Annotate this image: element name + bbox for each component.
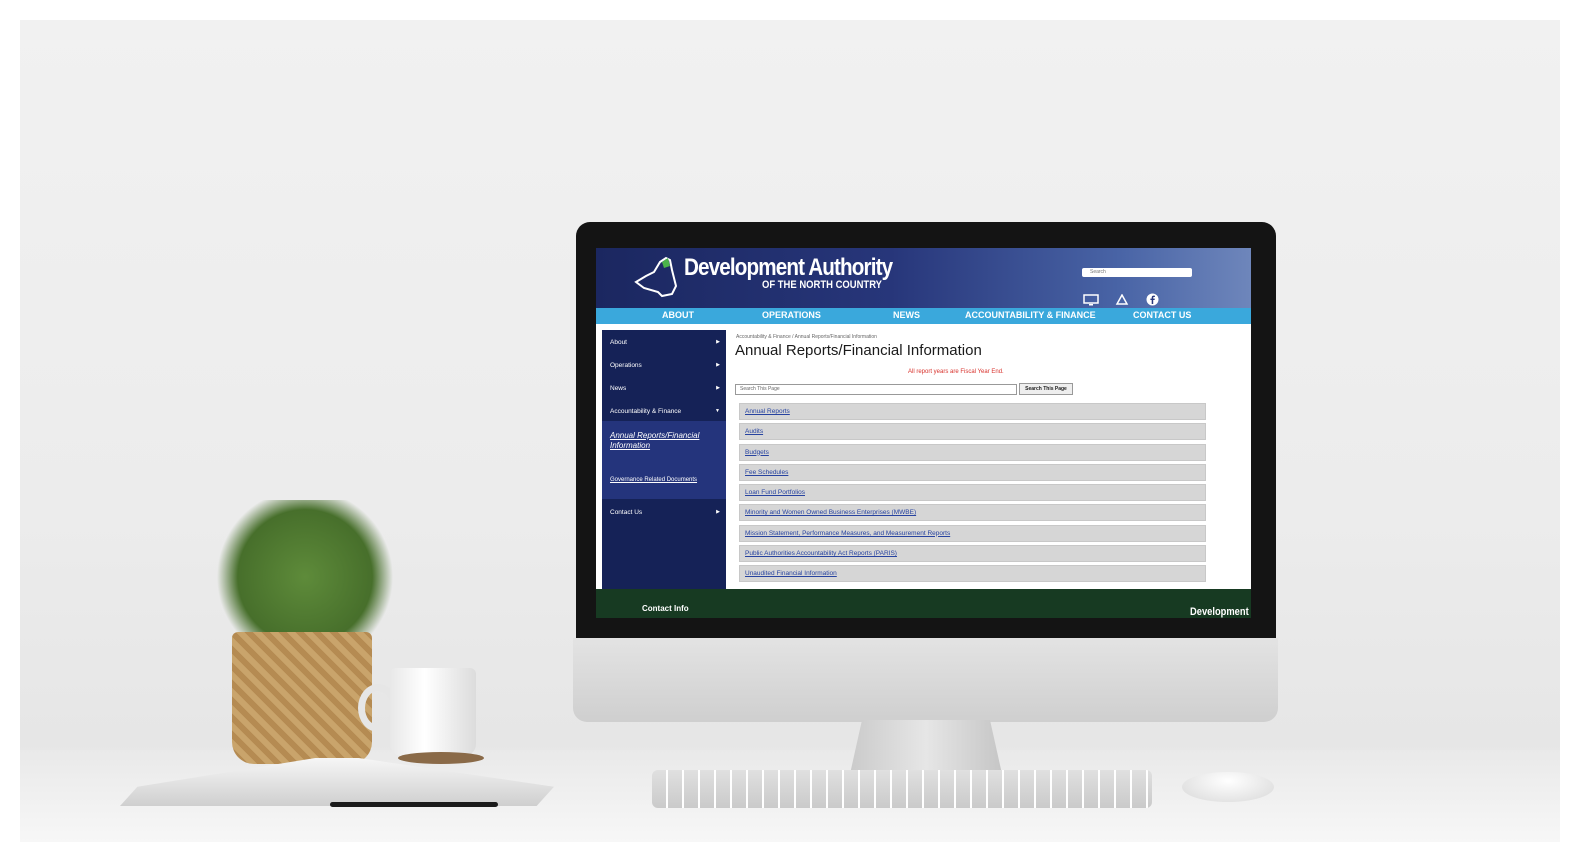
sidebar-item-label: Operations [610,361,642,369]
header-search-input[interactable]: Search [1082,268,1192,277]
nav-item-accountability-finance[interactable]: ACCOUNTABILITY & FINANCE [965,310,1096,320]
website-screen: Development Authority OF THE NORTH COUNT… [596,248,1251,618]
sidebar-item-news[interactable]: News ▶ [602,378,726,398]
sidebar-item-label: Contact Us [610,508,643,516]
monitor-icon[interactable] [1082,293,1099,306]
pen [330,802,498,807]
report-link-fee-schedules[interactable]: Fee Schedules [739,463,1206,481]
report-link-annual-reports[interactable]: Annual Reports [739,403,1206,420]
sidebar-item-contact-us[interactable]: Contact Us ▶ [602,502,726,522]
nav-item-about[interactable]: ABOUT [662,310,694,320]
coffee-mug [390,668,476,756]
page-title: Annual Reports/Financial Information [735,342,982,359]
report-link-list: Annual Reports Audits Budgets Fee Schedu… [739,403,1206,586]
report-link-loan-fund-portfolios[interactable]: Loan Fund Portfolios [739,484,1206,502]
header-icon-group [1082,293,1161,306]
page-search-button[interactable]: Search This Page [1019,383,1073,395]
sidebar-subitem-annual-reports[interactable]: Annual Reports/Financial Information [610,431,710,451]
facebook-icon[interactable] [1144,293,1161,306]
report-link-mission-statement[interactable]: Mission Statement, Performance Measures,… [739,524,1206,542]
footer-contact-info: Contact Info [642,604,689,613]
keyboard [652,770,1152,808]
logo-title[interactable]: Development Authority [684,254,893,282]
sidebar-item-label: News [610,384,627,392]
sidebar-menu: About ▶ Operations ▶ News ▶ Accountabili… [602,330,726,618]
site-header: Development Authority OF THE NORTH COUNT… [596,248,1251,308]
report-link-budgets[interactable]: Budgets [739,443,1206,461]
sidebar-item-operations[interactable]: Operations ▶ [602,355,726,375]
nav-item-contact-us[interactable]: CONTACT US [1133,310,1191,320]
site-footer: Contact Info Development [596,589,1251,618]
sidebar-item-label: About [610,338,627,346]
breadcrumb[interactable]: Accountability & Finance / Annual Report… [736,334,877,340]
sidebar-item-about[interactable]: About ▶ [602,332,726,352]
nav-item-news[interactable]: NEWS [893,310,920,320]
sidebar-item-accountability-finance[interactable]: Accountability & Finance ▼ [602,401,726,421]
footer-brand: Development [1190,606,1249,618]
report-link-paris[interactable]: Public Authorities Accountability Act Re… [739,545,1206,563]
chevron-right-icon: ▶ [716,385,720,391]
sidebar-item-label: Accountability & Finance [610,407,682,415]
report-link-audits[interactable]: Audits [739,423,1206,441]
monitor-chin [573,638,1278,722]
chevron-right-icon: ▶ [716,509,720,515]
main-nav: ABOUT OPERATIONS NEWS ACCOUNTABILITY & F… [596,308,1251,324]
potted-plant [210,500,400,640]
sidebar-subitem-governance-documents[interactable]: Governance Related Documents [610,476,710,484]
recycle-icon[interactable] [1113,293,1130,306]
mouse [1182,772,1274,802]
report-link-mwbe[interactable]: Minority and Women Owned Business Enterp… [739,504,1206,522]
photo-scene: Development Authority OF THE NORTH COUNT… [20,20,1560,842]
new-york-state-logo-icon [634,256,678,298]
wicker-pot [232,632,372,764]
sidebar-submenu: Annual Reports/Financial Information Gov… [602,421,726,499]
page-search-input[interactable]: Search This Page [735,384,1017,395]
nav-item-operations[interactable]: OPERATIONS [762,310,821,320]
saucer [398,752,484,764]
chevron-down-icon: ▼ [715,408,720,414]
chevron-right-icon: ▶ [716,362,720,368]
chevron-right-icon: ▶ [716,339,720,345]
report-link-unaudited-financials[interactable]: Unaudited Financial Information [739,565,1206,583]
logo-subtitle: OF THE NORTH COUNTRY [762,279,882,291]
fiscal-year-note: All report years are Fiscal Year End. [908,369,1004,375]
